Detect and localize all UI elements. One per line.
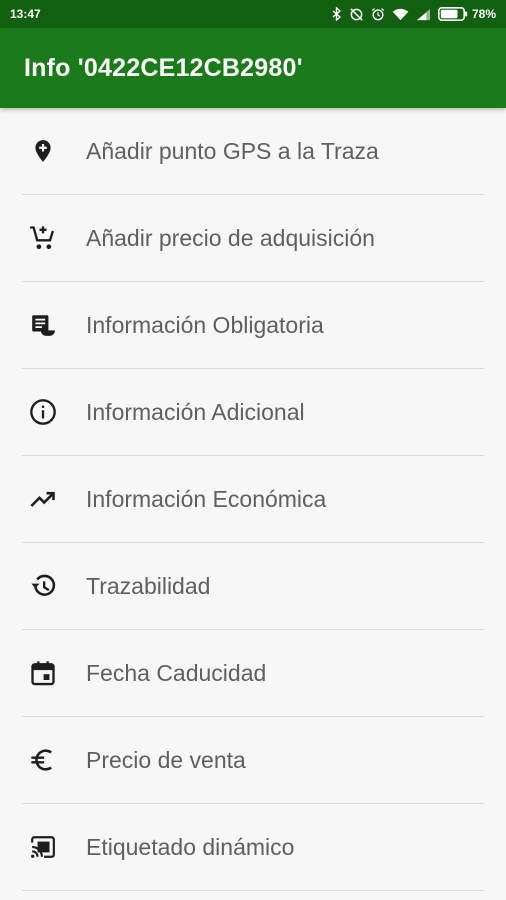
menu-item-add-gps-point[interactable]: Añadir punto GPS a la Traza — [0, 108, 506, 194]
page-title: Info '0422CE12CB2980' — [24, 53, 303, 82]
trending-up-icon — [28, 484, 58, 514]
menu-item-label: Información Adicional — [86, 398, 305, 425]
menu-item-expiry-date[interactable]: Fecha Caducidad — [0, 630, 506, 716]
calendar-icon — [28, 658, 58, 688]
status-time: 13:47 — [10, 7, 41, 21]
menu-item-label: Añadir precio de adquisición — [86, 224, 375, 251]
euro-icon — [28, 745, 58, 775]
sync-off-icon — [349, 7, 364, 22]
status-icons: 78% — [332, 7, 496, 22]
info-icon — [28, 397, 58, 427]
bluetooth-icon — [332, 7, 342, 21]
divider — [22, 890, 484, 891]
menu-item-additional-info[interactable]: Información Adicional — [0, 369, 506, 455]
menu-item-label: Etiquetado dinámico — [86, 833, 295, 860]
menu-item-label: Información Económica — [86, 485, 327, 512]
add-shopping-cart-icon — [28, 223, 58, 253]
add-location-icon — [28, 136, 58, 166]
alarm-icon — [371, 7, 385, 21]
signal-icon — [416, 8, 431, 21]
menu-item-traceability[interactable]: Trazabilidad — [0, 543, 506, 629]
menu-item-mandatory-info[interactable]: Información Obligatoria — [0, 282, 506, 368]
wifi-icon — [392, 8, 409, 21]
app-bar: Info '0422CE12CB2980' — [0, 28, 506, 108]
battery-indicator: 78% — [437, 7, 496, 21]
menu-item-sale-price[interactable]: Precio de venta — [0, 717, 506, 803]
menu-item-label: Trazabilidad — [86, 572, 211, 599]
menu-item-dynamic-labeling[interactable]: Etiquetado dinámico — [0, 804, 506, 890]
history-icon — [28, 571, 58, 601]
menu-item-label: Fecha Caducidad — [86, 659, 267, 686]
battery-percent: 78% — [471, 7, 496, 21]
menu-item-label: Añadir punto GPS a la Traza — [86, 137, 379, 164]
menu-item-label: Información Obligatoria — [86, 311, 324, 338]
menu-item-add-acquisition-price[interactable]: Añadir precio de adquisición — [0, 195, 506, 281]
status-bar: 13:47 78% — [0, 0, 506, 28]
menu-list: Añadir punto GPS a la Traza Añadir preci… — [0, 108, 506, 891]
menu-item-economic-info[interactable]: Información Económica — [0, 456, 506, 542]
receipt-list-icon — [28, 310, 58, 340]
menu-item-label: Precio de venta — [86, 746, 246, 773]
cast-icon — [28, 832, 58, 862]
